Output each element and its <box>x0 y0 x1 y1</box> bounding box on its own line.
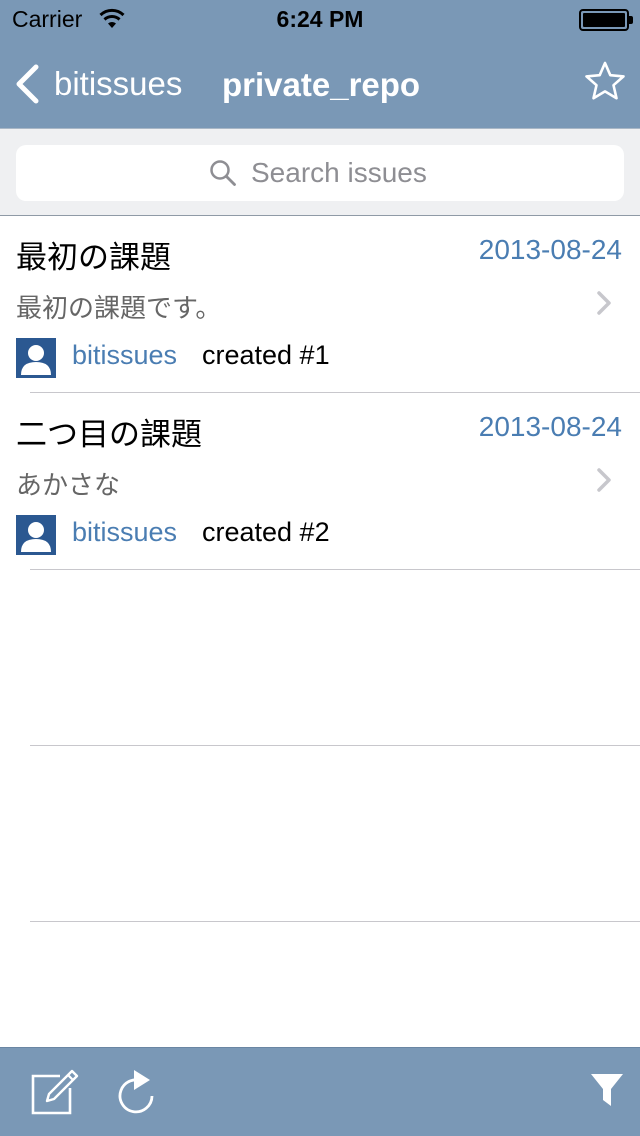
search-icon <box>210 160 236 186</box>
issue-date: 2013-08-24 <box>478 234 622 265</box>
user-icon <box>16 515 56 555</box>
user-icon <box>16 338 56 378</box>
issue-user-link[interactable]: bitissues <box>72 340 177 371</box>
issue-body: あかさな <box>16 471 121 501</box>
empty-row <box>0 570 640 745</box>
battery-icon <box>579 9 633 31</box>
issue-row[interactable]: 最初の課題 2013-08-24 最初の課題です。 bitissues crea… <box>0 216 640 392</box>
chevron-right-icon <box>597 468 611 492</box>
issue-action: created #1 <box>202 340 330 370</box>
issue-row[interactable]: 二つ目の課題 2013-08-24 あかさな bitissues created… <box>0 393 640 569</box>
empty-row <box>0 746 640 921</box>
page-title: private_repo <box>222 66 421 103</box>
issue-body: 最初の課題です。 <box>16 294 222 324</box>
search-input[interactable] <box>251 157 431 189</box>
status-bar: Carrier 6:24 PM <box>0 0 640 40</box>
search-bar <box>0 128 640 216</box>
back-button[interactable]: bitissues <box>14 62 182 106</box>
issue-title: 最初の課題 <box>16 240 171 276</box>
filter-icon[interactable] <box>590 1072 624 1108</box>
issue-list: 最初の課題 2013-08-24 最初の課題です。 bitissues crea… <box>0 216 640 922</box>
issue-action: created #2 <box>202 517 330 547</box>
chevron-left-icon <box>16 64 39 104</box>
status-time: 6:24 PM <box>276 6 364 32</box>
issue-title: 二つ目の課題 <box>16 417 202 453</box>
issue-user-link[interactable]: bitissues <box>72 517 177 548</box>
search-field[interactable] <box>16 145 624 201</box>
refresh-icon[interactable] <box>114 1066 158 1116</box>
issue-date: 2013-08-24 <box>478 411 622 442</box>
star-icon[interactable] <box>584 60 626 102</box>
row-divider <box>30 921 640 922</box>
compose-icon[interactable] <box>30 1068 80 1116</box>
chevron-right-icon <box>597 291 611 315</box>
avatar <box>16 515 56 555</box>
top-bar: Carrier 6:24 PM bitissues private_repo <box>0 0 640 128</box>
bottom-toolbar <box>0 1047 640 1136</box>
avatar <box>16 338 56 378</box>
back-label: bitissues <box>54 65 183 102</box>
